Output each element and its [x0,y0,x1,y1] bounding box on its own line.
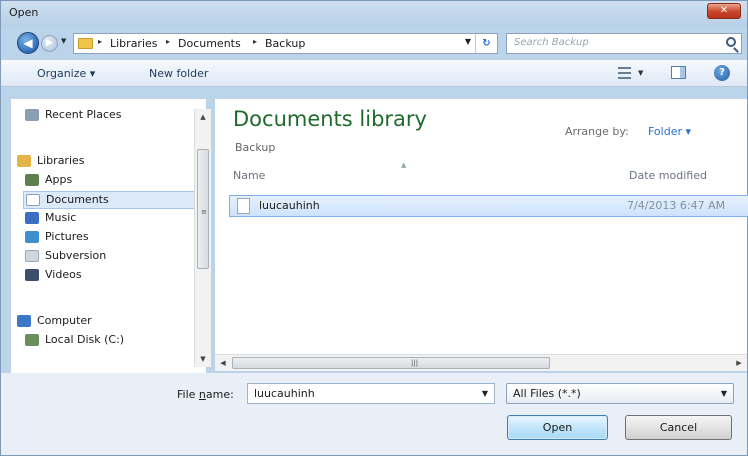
scrollbar-grip-icon: ≡ [201,208,207,216]
breadcrumb-documents[interactable]: Documents [178,37,241,50]
column-header-name[interactable]: Name [233,169,265,182]
sidebar-item-music[interactable]: Music [25,210,197,228]
sidebar-item-documents[interactable]: Documents [23,191,195,209]
title-bar[interactable]: Open ✕ [1,1,747,27]
scrollbar-grip-icon: ||| [411,359,419,367]
sidebar-item-computer[interactable]: Computer [17,313,189,331]
sidebar-item-videos[interactable]: Videos [25,267,197,285]
apps-icon [25,174,39,186]
sort-caret-icon: ▲ [401,161,407,169]
videos-icon [25,269,39,281]
file-list-horizontal-scrollbar[interactable]: ◀ ||| ▶ [215,354,747,371]
file-list-pane: Documents library Backup Arrange by: Fol… [215,99,748,369]
sidebar-item-apps[interactable]: Apps [25,172,197,190]
organize-menu[interactable]: Organize ▾ [37,67,95,80]
file-type-select[interactable]: All Files (*.*) ▼ [506,383,734,404]
arrange-by-dropdown[interactable]: Folder ▾ [648,125,691,138]
new-folder-button[interactable]: New folder [149,67,208,80]
documents-icon [26,194,40,206]
scroll-right-icon[interactable]: ▶ [731,355,747,371]
address-dropdown-icon[interactable]: ▼ [465,37,471,46]
close-button[interactable]: ✕ [707,3,741,19]
arrange-by-label: Arrange by: [565,125,629,138]
navigation-pane: Recent Places Libraries Apps Documents M… [11,99,206,375]
subversion-icon [25,250,39,262]
help-icon[interactable]: ? [714,65,730,81]
file-name: luucauhinh [259,199,320,212]
sidebar-item-label: Local Disk (C:) [45,333,125,346]
pictures-icon [25,231,39,243]
navigation-pane-scrollbar[interactable]: ▲ ≡ ▼ [194,109,211,367]
preview-pane-icon[interactable] [671,66,686,79]
file-name-label-accesskey: n [198,388,206,401]
sidebar-item-label: Libraries [37,154,85,167]
refresh-icon: ↻ [482,38,491,49]
file-name-input[interactable]: luucauhinh ▼ [247,383,495,404]
breadcrumb-backup[interactable]: Backup [265,37,305,50]
window-title: Open [9,6,39,19]
open-dialog: Open ✕ ◀ ▶ ▼ ▸ Libraries ▸ Documents ▸ B… [0,0,748,456]
forward-arrow-icon: ▶ [46,38,53,48]
sidebar-item-label: Computer [37,314,92,327]
back-button[interactable]: ◀ [17,32,39,54]
file-name-label: File name: [177,388,234,401]
sidebar-item-subversion[interactable]: Subversion [25,248,197,266]
recent-places-icon [25,109,39,121]
sidebar-item-label: Recent Places [45,108,122,121]
search-placeholder: Search Backup [514,37,589,48]
file-name-label-text: ame: [205,388,234,401]
change-view-icon[interactable] [618,67,631,79]
sidebar-item-label: Videos [45,268,82,281]
cancel-button[interactable]: Cancel [625,415,732,440]
scroll-left-icon[interactable]: ◀ [215,355,231,371]
scrollbar-thumb[interactable]: ≡ [197,149,209,269]
sidebar-item-label: Apps [45,173,73,186]
breadcrumb-separator[interactable]: ▸ [98,37,102,46]
sidebar-item-label: Subversion [45,249,107,262]
library-title: Documents library [233,107,427,131]
command-bar: Organize ▾ New folder ▼ ? [1,59,747,87]
scrollbar-thumb[interactable]: ||| [232,357,550,369]
file-type-value: All Files (*.*) [513,387,581,400]
sidebar-item-label: Pictures [45,230,89,243]
folder-icon [78,38,93,49]
dialog-footer: File name: luucauhinh ▼ All Files (*.*) … [1,373,747,455]
forward-button[interactable]: ▶ [41,35,58,52]
view-options-dropdown[interactable]: ▼ [638,69,643,77]
search-icon[interactable] [726,37,736,47]
music-icon [25,212,39,224]
scroll-up-icon[interactable]: ▲ [195,109,211,125]
open-button[interactable]: Open [507,415,608,440]
recent-locations-dropdown[interactable]: ▼ [61,37,66,45]
navigation-row: ◀ ▶ ▼ ▸ Libraries ▸ Documents ▸ Backup ▼… [1,27,747,59]
breadcrumb-libraries[interactable]: Libraries [110,37,158,50]
breadcrumb-separator[interactable]: ▸ [253,37,257,46]
search-input[interactable]: Search Backup [506,33,742,54]
refresh-button[interactable]: ↻ [475,34,497,53]
file-name-label-text: File [177,388,199,401]
breadcrumb-separator[interactable]: ▸ [166,37,170,46]
libraries-icon [17,155,31,167]
close-icon: ✕ [719,5,729,16]
back-arrow-icon: ◀ [23,36,33,50]
local-disk-icon [25,334,39,346]
scroll-down-icon[interactable]: ▼ [195,351,211,367]
library-subtitle: Backup [235,141,276,154]
sidebar-item-label: Music [45,211,77,224]
sidebar-item-label: Documents [46,193,109,206]
file-name-value: luucauhinh [254,387,315,400]
sidebar-item-recent-places[interactable]: Recent Places [25,107,197,125]
text-file-icon [237,198,250,214]
file-date-modified: 7/4/2013 6:47 AM [627,199,726,212]
computer-icon [17,315,31,327]
chevron-down-icon[interactable]: ▼ [721,389,727,398]
file-row[interactable]: luucauhinh 7/4/2013 6:47 AM [229,195,748,217]
sidebar-item-libraries[interactable]: Libraries [17,153,189,171]
column-header-date-modified[interactable]: Date modified [629,169,707,182]
chevron-down-icon[interactable]: ▼ [482,389,488,398]
sidebar-item-pictures[interactable]: Pictures [25,229,197,247]
address-bar[interactable]: ▸ Libraries ▸ Documents ▸ Backup ▼ ↻ [73,33,498,54]
sidebar-item-local-disk[interactable]: Local Disk (C:) [25,332,197,350]
